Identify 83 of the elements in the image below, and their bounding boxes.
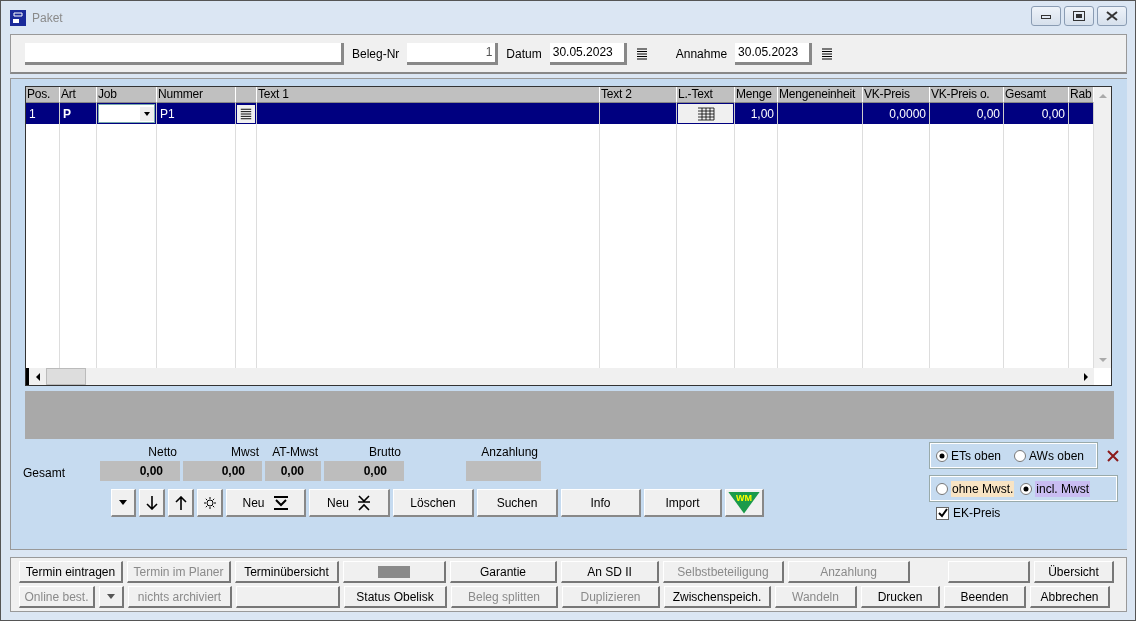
empty-button[interactable] [948, 561, 1030, 583]
action-button[interactable]: Suchen [477, 489, 558, 517]
radio-label[interactable]: ohne Mwst. [951, 480, 1015, 497]
blurred-button[interactable] [343, 561, 446, 583]
total-label: Brutto [368, 445, 402, 461]
move-down-button[interactable] [139, 489, 165, 517]
footer-button[interactable]: Garantie [450, 561, 557, 583]
footer-button[interactable]: Terminübersicht [235, 561, 339, 583]
window-title: Paket [32, 10, 63, 25]
text-button-icon[interactable] [237, 104, 255, 123]
total-label: AT-Mwst [271, 445, 319, 461]
empty-button[interactable] [236, 586, 340, 608]
total-value: 0,00 [324, 461, 404, 481]
footer-button[interactable]: Termin eintragen [19, 561, 123, 583]
caret-icon [107, 594, 115, 599]
input-field[interactable] [25, 42, 344, 65]
total-value: 0,00 [100, 461, 180, 481]
radio-icon[interactable] [1020, 482, 1033, 495]
input-field[interactable]: 30.05.2023 [549, 42, 627, 65]
footer-button[interactable]: Drucken [861, 586, 940, 608]
scrollbar-thumb[interactable] [46, 368, 86, 385]
list-icon[interactable] [821, 47, 834, 60]
radio-icon[interactable] [1014, 449, 1027, 462]
minimize-icon [1041, 12, 1051, 19]
restore-icon [1073, 10, 1085, 21]
move-up-button[interactable] [168, 489, 194, 517]
table-cell: 0,0000 [863, 103, 930, 124]
field-label: Annahme [675, 46, 728, 61]
action-button[interactable]: Info [561, 489, 641, 517]
close-icon[interactable] [1107, 449, 1119, 462]
table-cell: P1 [157, 103, 236, 124]
total-value: 0,00 [183, 461, 262, 481]
list-icon[interactable] [635, 47, 648, 60]
footer-button[interactable]: An SD II [561, 561, 659, 583]
new-button[interactable]: Neu [226, 489, 306, 517]
gear-icon [203, 496, 216, 509]
arrow-up-icon [174, 495, 187, 510]
insert-between-icon [357, 494, 371, 511]
field-label: Beleg-Nr [352, 46, 400, 61]
caret-icon [119, 500, 127, 505]
maximize-button[interactable] [1064, 5, 1094, 26]
radio-icon[interactable] [936, 482, 948, 495]
action-button[interactable]: Import [644, 489, 722, 517]
settings-button[interactable] [197, 489, 223, 517]
field-label: Datum [506, 46, 542, 61]
radio-icon[interactable] [936, 449, 948, 462]
job-dropdown[interactable] [98, 104, 155, 123]
total-value: 0,00 [265, 461, 321, 481]
input-field[interactable]: 1 [407, 42, 499, 65]
check-icon [937, 508, 948, 518]
table-cell: 0,00 [930, 103, 1004, 124]
radio-label[interactable]: incl. Mwst [1035, 480, 1091, 497]
arrow-down-icon [145, 495, 158, 510]
table-cell: P [60, 103, 97, 124]
close-button[interactable] [1097, 5, 1127, 26]
radio-label[interactable]: ETs oben [951, 448, 1002, 463]
minimize-button[interactable] [1031, 5, 1061, 26]
action-button[interactable]: Löschen [393, 489, 474, 517]
footer-button[interactable]: Status Obelisk [344, 586, 447, 608]
footer-button[interactable]: Abbrechen [1030, 586, 1110, 608]
close-icon [1106, 10, 1118, 21]
new-button[interactable]: Neu [309, 489, 390, 517]
caret-icon [140, 106, 154, 121]
ek-preis-checkbox[interactable]: EK-Preis [936, 506, 1119, 520]
table-cell: 1 [26, 103, 60, 124]
radio-label[interactable]: AWs oben [1029, 448, 1084, 463]
table-cell: 0,00 [1004, 103, 1069, 124]
long-text-button[interactable] [678, 104, 733, 123]
footer-button[interactable]: Zwischenspeich. [664, 586, 771, 608]
input-field[interactable]: 30.05.2023 [735, 42, 813, 65]
blurred-label-icon [378, 565, 410, 578]
table-cell: 1,00 [735, 103, 778, 124]
footer-button[interactable]: Beenden [944, 586, 1026, 608]
total-label: Gesamt [23, 465, 66, 480]
insert-below-icon [272, 495, 289, 510]
app-icon [10, 9, 26, 26]
total-label: Netto [147, 445, 178, 461]
dropdown-button[interactable] [111, 489, 136, 517]
footer-button[interactable]: Übersicht [1034, 561, 1114, 583]
total-label: Anzahlung [480, 445, 539, 461]
dropdown-button[interactable] [99, 586, 124, 608]
brick-icon [695, 106, 716, 121]
total-label: Mwst [230, 445, 260, 461]
